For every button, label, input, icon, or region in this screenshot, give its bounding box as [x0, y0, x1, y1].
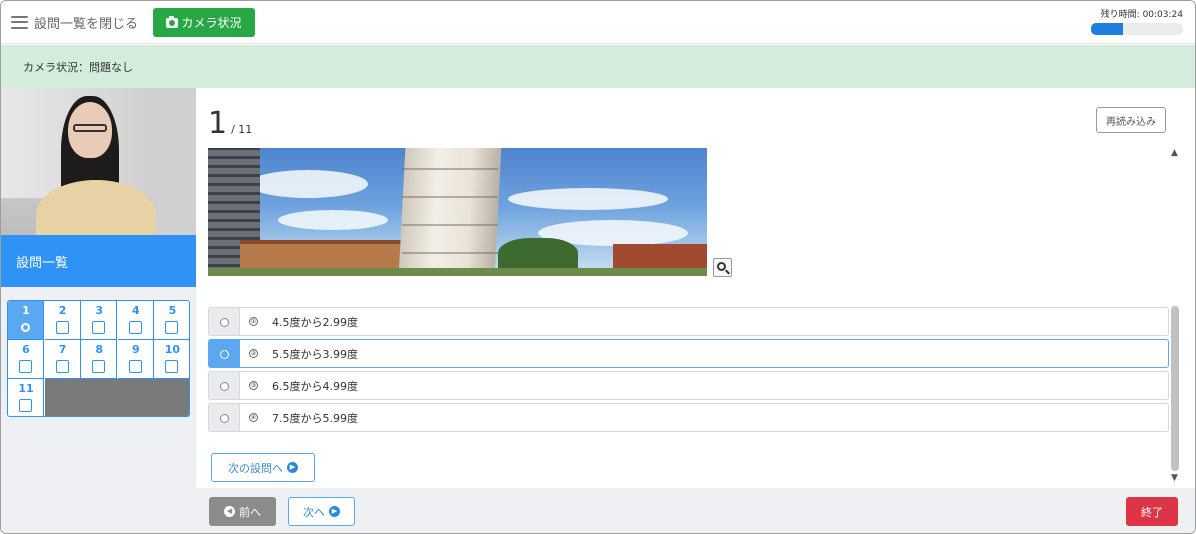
- radio-icon[interactable]: [220, 414, 229, 423]
- answer-option-text: 6.5度から4.99度: [272, 379, 358, 393]
- remaining-time-progress-bar: [1091, 23, 1183, 35]
- question-nav-number: 7: [58, 343, 67, 356]
- question-nav-number: 2: [58, 304, 67, 317]
- camera-icon: [166, 15, 179, 28]
- question-nav-item[interactable]: 4: [117, 301, 154, 340]
- question-nav-number: 8: [95, 343, 104, 356]
- question-nav-number: 9: [131, 343, 140, 356]
- option-number-marker: ②: [249, 349, 258, 358]
- total-questions: / 11: [231, 123, 253, 136]
- radio-icon[interactable]: [220, 382, 229, 391]
- top-bar: 設問一覧を閉じる カメラ状況 残り時間: 00:03:24: [1, 1, 1195, 44]
- arrow-right-circle-icon: ▶: [287, 462, 298, 473]
- current-question-number: 1: [208, 106, 228, 141]
- question-answered-checkbox: [55, 360, 69, 373]
- exam-window: 設問一覧を閉じる カメラ状況 残り時間: 00:03:24 カメラ状況：問題なし…: [0, 0, 1196, 534]
- previous-button[interactable]: ◀ 前へ: [209, 497, 276, 526]
- question-answered-checkbox: [92, 360, 106, 373]
- arrow-left-circle-icon: ◀: [224, 506, 235, 517]
- question-nav-number: 10: [164, 343, 181, 356]
- question-nav-number: 4: [131, 304, 140, 317]
- scroll-up-arrow[interactable]: ▲: [1171, 148, 1178, 158]
- previous-button-label: 前へ: [239, 505, 261, 519]
- radio-icon[interactable]: [220, 318, 229, 327]
- bottom-navigation: ◀ 前へ 次へ ▶ 終了: [196, 488, 1195, 533]
- question-answered-checkbox: [55, 321, 69, 334]
- camera-status-text: カメラ状況：問題なし: [23, 60, 133, 74]
- answer-option[interactable]: ④ 7.5度から5.99度: [208, 403, 1169, 432]
- question-nav-number: 1: [22, 304, 30, 317]
- question-nav-item[interactable]: 7: [44, 340, 81, 379]
- camera-status-banner: カメラ状況：問題なし: [1, 45, 1195, 88]
- reload-button[interactable]: 再読み込み: [1096, 107, 1166, 133]
- question-navigator-grid: 1 2 3 4 5 6 7 8 9 10 11: [7, 300, 190, 417]
- question-nav-item[interactable]: 2: [44, 301, 81, 340]
- option-number-marker: ①: [249, 317, 258, 326]
- remaining-time-progress-fill: [1091, 23, 1124, 35]
- question-nav-item[interactable]: 11: [8, 379, 44, 416]
- answer-text-box[interactable]: ④ 7.5度から5.99度: [239, 403, 1169, 432]
- question-answered-checkbox: [92, 321, 106, 334]
- answer-option-text: 7.5度から5.99度: [272, 411, 358, 425]
- question-area: 1 / 11 再読み込み ▲ ▼ ① 4.5度から2.99度 ② 5.5度から3…: [196, 88, 1195, 488]
- question-list-label: 設問一覧: [16, 255, 69, 271]
- arrow-right-circle-icon: ▶: [329, 506, 340, 517]
- question-list-header[interactable]: 設問一覧: [1, 235, 196, 287]
- question-answered-checkbox: [165, 360, 179, 373]
- answer-text-box[interactable]: ② 5.5度から3.99度: [239, 339, 1169, 368]
- answer-option-text: 4.5度から2.99度: [272, 315, 358, 329]
- scroll-down-arrow[interactable]: ▼: [1171, 473, 1178, 483]
- camera-status-button[interactable]: カメラ状況: [153, 8, 255, 37]
- radio-icon[interactable]: [220, 350, 229, 359]
- answer-option-text: 5.5度から3.99度: [272, 347, 358, 361]
- next-button-label: 次へ: [303, 505, 325, 519]
- answer-option[interactable]: ① 4.5度から2.99度: [208, 307, 1169, 336]
- question-nav-number: 5: [168, 304, 177, 317]
- answer-radio-box[interactable]: [208, 371, 239, 400]
- answer-text-box[interactable]: ③ 6.5度から4.99度: [239, 371, 1169, 400]
- next-question-label: 次の設問へ: [228, 461, 283, 475]
- scrollbar-thumb[interactable]: [1171, 306, 1179, 471]
- question-nav-item[interactable]: 10: [154, 340, 189, 379]
- question-image: [208, 148, 707, 276]
- question-nav-item[interactable]: 1: [8, 301, 44, 340]
- question-nav-number: 6: [22, 343, 30, 356]
- webcam-feed: [1, 88, 196, 235]
- answer-radio-box[interactable]: [208, 339, 239, 368]
- close-question-list-label: 設問一覧を閉じる: [34, 16, 139, 32]
- answer-option[interactable]: ③ 6.5度から4.99度: [208, 371, 1169, 400]
- remaining-time-label: 残り時間: 00:03:24: [1100, 10, 1183, 20]
- question-nav-item[interactable]: 6: [8, 340, 44, 379]
- answer-option[interactable]: ② 5.5度から3.99度: [208, 339, 1169, 368]
- hamburger-icon: [11, 15, 28, 29]
- option-number-marker: ③: [249, 381, 258, 390]
- question-nav-item[interactable]: 3: [81, 301, 118, 340]
- answer-radio-box[interactable]: [208, 307, 239, 336]
- current-question-indicator-icon: [21, 323, 30, 332]
- answer-radio-box[interactable]: [208, 403, 239, 432]
- question-answered-checkbox: [165, 321, 179, 334]
- question-nav-item[interactable]: 9: [117, 340, 154, 379]
- question-answered-checkbox: [19, 399, 32, 412]
- question-nav-item[interactable]: 8: [81, 340, 118, 379]
- remaining-time: 残り時間: 00:03:24: [1091, 7, 1183, 35]
- next-question-button[interactable]: 次の設問へ ▶: [211, 453, 315, 482]
- close-question-list-toggle[interactable]: 設問一覧を閉じる: [11, 11, 138, 33]
- question-answered-checkbox: [128, 360, 142, 373]
- end-exam-button[interactable]: 終了: [1126, 497, 1178, 526]
- question-grid-empty-area: [45, 379, 189, 416]
- question-nav-item[interactable]: 5: [154, 301, 189, 340]
- question-counter: 1 / 11: [208, 106, 252, 141]
- answer-text-box[interactable]: ① 4.5度から2.99度: [239, 307, 1169, 336]
- question-answered-checkbox: [128, 321, 142, 334]
- next-button[interactable]: 次へ ▶: [288, 497, 355, 526]
- question-nav-number: 3: [95, 304, 104, 317]
- left-panel: 設問一覧 1 2 3 4 5 6 7 8 9 10 11: [1, 88, 196, 533]
- question-answered-checkbox: [19, 360, 32, 373]
- camera-status-button-label: カメラ状況: [181, 16, 242, 30]
- zoom-in-icon[interactable]: [713, 258, 732, 277]
- option-number-marker: ④: [249, 413, 258, 422]
- question-nav-number: 11: [18, 382, 34, 395]
